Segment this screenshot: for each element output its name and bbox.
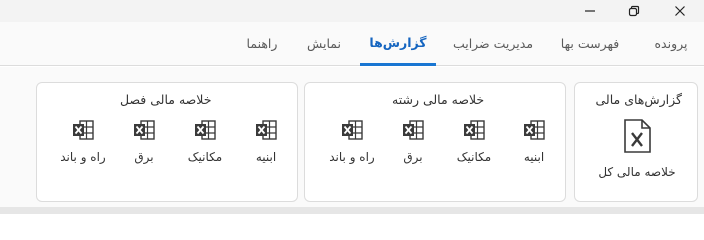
excel-icon (195, 120, 216, 140)
item-label: راه و باند (60, 150, 106, 164)
group-title: خلاصه مالی فصل (111, 90, 221, 110)
item-label: خلاصه مالی کل (598, 165, 676, 179)
total-financial-summary-button[interactable]: خلاصه مالی کل (587, 119, 687, 189)
minimize-icon (585, 10, 595, 12)
group-title: خلاصه مالی رشته (383, 90, 494, 110)
chapter-mechanical-button[interactable]: مکانیک (177, 119, 233, 177)
close-button[interactable] (658, 0, 702, 22)
discipline-building-button[interactable]: ابنیه (506, 119, 562, 177)
tab-reports[interactable]: گزارش‌ها (360, 22, 436, 66)
discipline-mechanical-button[interactable]: مکانیک (446, 119, 502, 177)
excel-icon (73, 120, 94, 140)
excel-icon (403, 120, 424, 140)
pdf-document-icon (624, 119, 651, 153)
minimize-button[interactable] (568, 0, 612, 22)
chapter-electrical-button[interactable]: برق (116, 119, 172, 177)
excel-icon (256, 120, 277, 140)
restore-button[interactable] (612, 0, 656, 22)
item-label: راه و باند (329, 150, 375, 164)
tab-help[interactable]: راهنما (236, 22, 288, 66)
tab-price-list[interactable]: فهرست بها (550, 22, 630, 66)
ribbon-panel: گزارش‌های مالی خلاصه مالی کل خلاصه مالی … (0, 67, 704, 207)
excel-icon (524, 120, 545, 140)
group-discipline-summary: خلاصه مالی رشته ابنیه مکانیک برق راه و ب… (304, 82, 566, 202)
excel-icon (134, 120, 155, 140)
group-title: گزارش‌های مالی (586, 90, 691, 110)
excel-icon (342, 120, 363, 140)
chapter-building-button[interactable]: ابنیه (238, 119, 294, 177)
discipline-road-runway-button[interactable]: راه و باند (324, 119, 380, 177)
group-financial-reports: گزارش‌های مالی خلاصه مالی کل (574, 82, 698, 202)
bottom-area (0, 207, 704, 214)
tab-coefficients[interactable]: مدیریت ضرایب (446, 22, 540, 66)
discipline-electrical-button[interactable]: برق (385, 119, 441, 177)
ribbon-tabbar: پرونده فهرست بها مدیریت ضرایب گزارش‌ها ن… (0, 22, 704, 66)
window-titlebar (0, 0, 704, 22)
chapter-road-runway-button[interactable]: راه و باند (55, 119, 111, 177)
close-icon (675, 6, 685, 16)
excel-icon (464, 120, 485, 140)
restore-icon (628, 5, 640, 17)
tab-view[interactable]: نمایش (296, 22, 352, 66)
tab-file[interactable]: پرونده (642, 22, 700, 66)
group-chapter-summary: خلاصه مالی فصل ابنیه مکانیک برق راه و با… (36, 82, 298, 202)
